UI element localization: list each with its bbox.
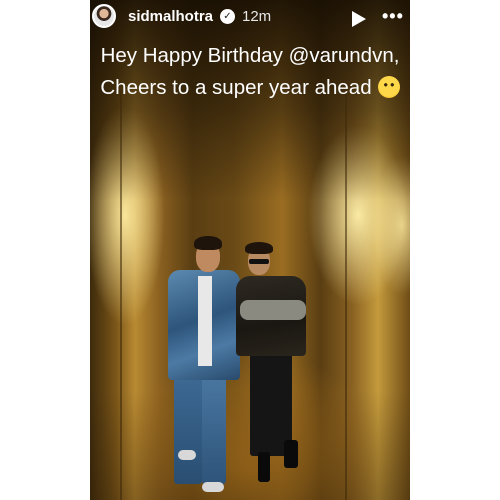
timestamp: 12m (242, 8, 272, 25)
caption-line-1: Hey Happy Birthday @varundvn, (100, 44, 400, 67)
person-left-shoe (178, 450, 196, 460)
verified-badge-icon: ✓ (220, 9, 235, 24)
story-viewer[interactable]: sidmalhotra ✓ 12m ••• Hey Happy Birthday… (90, 0, 410, 500)
person-left-shoe (202, 482, 224, 492)
sunglasses (249, 259, 269, 264)
person-right-hair (245, 242, 273, 254)
username[interactable]: sidmalhotra (128, 8, 213, 25)
person-left-leg (174, 372, 202, 484)
avatar[interactable] (92, 4, 116, 28)
person-left-leg (202, 372, 226, 484)
hugging-face-emoji (377, 76, 400, 98)
caption-line-2: Cheers to a super year ahead (90, 72, 410, 104)
play-icon[interactable] (352, 11, 366, 27)
person-left-shirt (198, 276, 212, 366)
wall-seam (345, 90, 347, 500)
story-header: sidmalhotra ✓ 12m ••• (90, 0, 410, 44)
more-icon[interactable]: ••• (382, 6, 404, 27)
person-left-hair (194, 236, 222, 250)
caption-line-2-text: Cheers to a super year ahead (100, 76, 372, 99)
wall-seam (120, 90, 122, 500)
person-right-arms (240, 300, 306, 320)
person-right-shoe (258, 452, 270, 482)
person-right-shoe (284, 440, 298, 468)
story-caption: Hey Happy Birthday @varundvn, Cheers to … (90, 40, 410, 104)
